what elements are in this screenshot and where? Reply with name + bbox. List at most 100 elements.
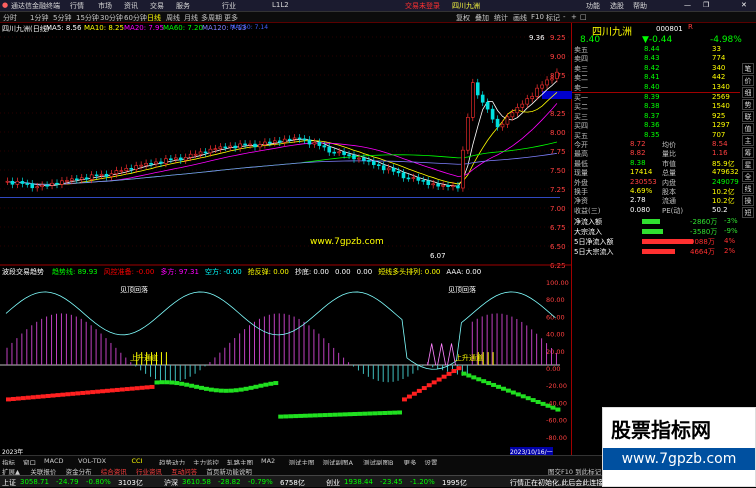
- side-tab[interactable]: 筹: [742, 147, 754, 158]
- close-icon[interactable]: ✕: [741, 1, 747, 9]
- zoom-out-button[interactable]: -: [563, 13, 566, 21]
- side-tab[interactable]: 价: [742, 75, 754, 86]
- menu-help[interactable]: 帮助: [633, 1, 647, 11]
- period-more[interactable]: 更多: [224, 13, 238, 23]
- side-tab[interactable]: 值: [742, 123, 754, 134]
- flow-value: 9088万: [690, 238, 715, 246]
- side-tab[interactable]: 势: [742, 99, 754, 110]
- candle-body: [327, 146, 332, 153]
- order-book-row[interactable]: 卖三 8.42 340: [572, 64, 756, 73]
- menu-item-news[interactable]: 资讯: [124, 1, 138, 11]
- candle-body: [317, 142, 322, 146]
- tool-mark[interactable]: 标记: [546, 13, 560, 23]
- candle-body: [65, 180, 69, 182]
- stat-row: 最高 8.82 量比 1.16: [572, 149, 756, 158]
- tool-f10[interactable]: F10: [531, 13, 544, 21]
- trend-block: [377, 411, 383, 416]
- trend-block: [10, 396, 16, 401]
- tool-adjust[interactable]: 复权: [456, 13, 470, 23]
- order-book-row[interactable]: 卖五 8.44 33: [572, 45, 756, 54]
- tool-overlay[interactable]: 叠加: [475, 13, 489, 23]
- menu-item-quotes[interactable]: 行情: [70, 1, 84, 11]
- indicator-value: 趋势线: 89.93: [52, 268, 98, 276]
- side-tab[interactable]: 操: [742, 195, 754, 206]
- trend-block: [65, 392, 71, 397]
- order-book-row[interactable]: 卖一 8.40 1340: [572, 83, 756, 92]
- trend-block: [402, 397, 407, 402]
- trend-block: [342, 412, 348, 417]
- candle-body: [45, 184, 49, 187]
- side-tab[interactable]: 笔: [742, 63, 754, 74]
- trend-block: [352, 412, 358, 417]
- trend-block: [510, 390, 516, 395]
- price-tick: 8.25: [550, 110, 566, 118]
- layout-button[interactable]: □: [580, 13, 587, 21]
- tool-stats[interactable]: 统计: [494, 13, 508, 23]
- zoom-in-button[interactable]: +: [571, 13, 577, 21]
- side-tab[interactable]: 主: [742, 135, 754, 146]
- candle-body: [446, 184, 450, 187]
- period-monthly[interactable]: 月线: [184, 13, 198, 23]
- period-30min[interactable]: 30分钟: [100, 13, 123, 23]
- flow-pct: 2%: [724, 247, 736, 255]
- chart-tab[interactable]: VOL-TDX: [78, 457, 106, 465]
- price-chart-svg[interactable]: 9.259.008.758.508.258.007.757.507.257.00…: [0, 23, 572, 455]
- order-book-row[interactable]: 买三 8.37 925: [572, 112, 756, 121]
- restore-icon[interactable]: ❐: [703, 1, 709, 9]
- trend-block: [555, 407, 561, 412]
- order-book-row[interactable]: 买二 8.38 1540: [572, 102, 756, 111]
- menu-item-market[interactable]: 市场: [98, 1, 112, 11]
- menu-item-service[interactable]: 服务: [176, 1, 190, 11]
- stock-tab[interactable]: 四川九洲: [452, 1, 480, 11]
- order-book-row[interactable]: 卖四 8.43 774: [572, 54, 756, 63]
- candle-body: [530, 96, 535, 99]
- period-15min[interactable]: 15分钟: [76, 13, 99, 23]
- side-tab[interactable]: 短: [742, 207, 754, 218]
- menu-item-l1l2[interactable]: L1L2: [272, 1, 289, 9]
- period-5min[interactable]: 5分钟: [53, 13, 71, 23]
- order-book-row[interactable]: 买四 8.36 1297: [572, 121, 756, 130]
- period-1min[interactable]: 1分钟: [30, 13, 48, 23]
- menu-function[interactable]: 功能: [586, 1, 600, 11]
- order-book-row[interactable]: 卖二 8.41 442: [572, 73, 756, 82]
- candle-body: [470, 82, 475, 118]
- period-daily[interactable]: 日线: [147, 13, 161, 23]
- chart-tab[interactable]: CCI: [132, 457, 143, 465]
- chart-area[interactable]: 9.259.008.758.508.258.007.757.507.257.00…: [0, 23, 572, 456]
- minimize-icon[interactable]: —: [684, 1, 691, 9]
- period-timeshare[interactable]: 分时: [3, 13, 17, 23]
- chart-tab[interactable]: MACD: [44, 457, 63, 465]
- trend-block: [208, 387, 214, 392]
- trend-block: [545, 403, 551, 408]
- order-book-row[interactable]: 买一 8.39 2569: [572, 93, 756, 102]
- side-tab[interactable]: 联: [742, 111, 754, 122]
- period-60min[interactable]: 60分钟: [124, 13, 147, 23]
- side-tab[interactable]: 全: [742, 171, 754, 182]
- candle-body: [253, 143, 257, 148]
- candle-body: [287, 138, 292, 141]
- candle-body: [406, 177, 411, 180]
- period-toolbar: 分时 1分钟 5分钟 15分钟 30分钟 60分钟 日线 周线 月线 多周期 更…: [0, 12, 756, 23]
- menu-item-trade[interactable]: 交易: [150, 1, 164, 11]
- candle-body: [25, 183, 30, 185]
- menu-item-industry[interactable]: 行业: [222, 1, 236, 11]
- side-tab[interactable]: 线: [742, 183, 754, 194]
- candle-body: [426, 180, 431, 185]
- stat-row: 今开 8.72 均价 8.54: [572, 140, 756, 149]
- period-weekly[interactable]: 周线: [166, 13, 180, 23]
- trend-block: [184, 382, 190, 387]
- side-tab[interactable]: 星: [742, 159, 754, 170]
- tool-draw[interactable]: 画线: [513, 13, 527, 23]
- menu-pick[interactable]: 选股: [610, 1, 624, 11]
- trade-login-link[interactable]: 交易未登录: [405, 1, 440, 11]
- trend-block: [317, 413, 323, 418]
- indicator-value: 0.00: [335, 268, 351, 276]
- side-tab[interactable]: 细: [742, 87, 754, 98]
- trend-block: [129, 386, 135, 391]
- index-field: -0.80%: [86, 478, 111, 486]
- candle-body: [223, 146, 228, 149]
- chart-tab[interactable]: MA2: [261, 457, 275, 465]
- period-multi[interactable]: 多周期: [201, 13, 222, 23]
- order-book-row[interactable]: 买五 8.35 707: [572, 131, 756, 140]
- candle-body: [312, 142, 317, 145]
